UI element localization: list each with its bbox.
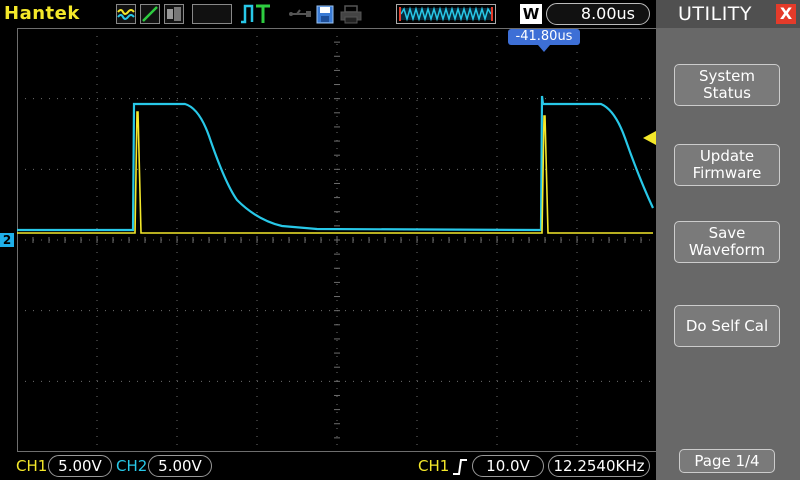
panel-title-bar: UTILITY X <box>656 0 800 28</box>
close-button[interactable]: X <box>776 4 796 24</box>
gray-icon[interactable] <box>164 4 184 24</box>
update-firmware-button[interactable]: Update Firmware <box>674 144 780 186</box>
bottom-status-bar: CH1 5.00V CH2 5.00V CH1 10.0V 12.2540KHz <box>0 452 656 480</box>
waveform-display <box>17 28 657 452</box>
trigger-level-readout[interactable]: 10.0V <box>472 455 544 477</box>
system-status-button[interactable]: System Status <box>674 64 780 106</box>
ch2-reference-marker[interactable]: 2 <box>0 233 14 247</box>
ch1-scale-readout[interactable]: 5.00V <box>48 455 112 477</box>
trigger-position-readout: -41.80us <box>508 29 580 45</box>
save-waveform-button[interactable]: Save Waveform <box>674 221 780 263</box>
frequency-readout: 12.2540KHz <box>548 455 650 477</box>
panel-title: UTILITY <box>678 3 753 25</box>
blank-indicator-icon <box>192 4 232 24</box>
ch2-label: CH2 <box>116 457 148 475</box>
wave-icon[interactable] <box>116 4 136 24</box>
utility-menu-panel: UTILITY X System Status Update Firmware … <box>656 0 800 480</box>
trigger-source-label: CH1 <box>418 457 450 475</box>
ch1-label: CH1 <box>16 457 48 475</box>
ch2-scale-readout[interactable]: 5.00V <box>148 455 212 477</box>
window-mode-badge: W <box>520 4 542 24</box>
print-icon[interactable] <box>340 4 362 24</box>
trigger-t-icon[interactable] <box>240 3 272 25</box>
ramp-icon[interactable] <box>140 4 160 24</box>
rising-edge-icon <box>453 459 467 475</box>
page-indicator-button[interactable]: Page 1/4 <box>679 449 775 473</box>
usb-icon <box>289 9 311 17</box>
timebase-readout[interactable]: 8.00us <box>546 3 650 25</box>
trigger-level-marker[interactable] <box>643 131 656 145</box>
trigger-position-marker[interactable] <box>538 45 550 52</box>
disk-icon[interactable] <box>316 4 334 24</box>
self-cal-button[interactable]: Do Self Cal <box>674 305 780 347</box>
brand-logo: Hantek <box>4 3 80 24</box>
memory-overview-bar <box>396 4 496 24</box>
top-status-bar: Hantek W 8.00us <box>0 0 656 28</box>
